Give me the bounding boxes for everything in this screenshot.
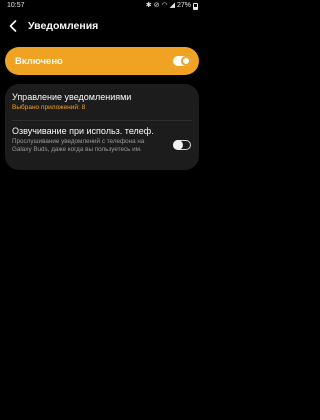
voice-notifications-item[interactable]: Озвучивание при использ. телеф. Прослуши… (12, 125, 160, 155)
settings-card: Управление уведомлениями Выбрано приложе… (5, 84, 199, 170)
toggle-thumb (173, 140, 183, 150)
app-bar: Уведомления (0, 14, 204, 38)
master-switch-bar[interactable]: Включено (5, 47, 199, 75)
voice-notifications-toggle[interactable] (173, 140, 191, 150)
battery-icon (193, 2, 198, 10)
voice-notifications-description: Прослушивание уведомлений с телефона на … (12, 138, 145, 154)
status-bar: 10:57 ✱ ⊘ ◠ ◢ 27% (0, 0, 204, 12)
voice-notifications-title: Озвучивание при использ. телеф. (12, 126, 154, 136)
manage-notifications-title: Управление уведомлениями (12, 92, 132, 102)
master-switch-label: Включено (15, 55, 63, 67)
wifi-icon: ◠ (161, 2, 168, 9)
bluetooth-icon: ✱ (145, 2, 152, 9)
page-title: Уведомления (28, 20, 99, 32)
back-arrow-icon (9, 20, 17, 32)
signal-icon: ◢ (169, 2, 175, 9)
manage-notifications-subtitle: Выбрано приложений: 8 (12, 104, 86, 111)
toggle-thumb (181, 56, 191, 66)
manage-notifications-item[interactable]: Управление уведомлениями Выбрано приложе… (12, 91, 192, 113)
battery-percent: 27% (176, 2, 191, 9)
divider (12, 120, 192, 121)
status-time: 10:57 (7, 2, 25, 9)
master-toggle[interactable] (173, 56, 191, 66)
status-icons: ✱ ⊘ ◠ ◢ 27% (146, 0, 198, 12)
mute-icon: ⊘ (153, 2, 160, 9)
back-button[interactable] (2, 14, 24, 38)
